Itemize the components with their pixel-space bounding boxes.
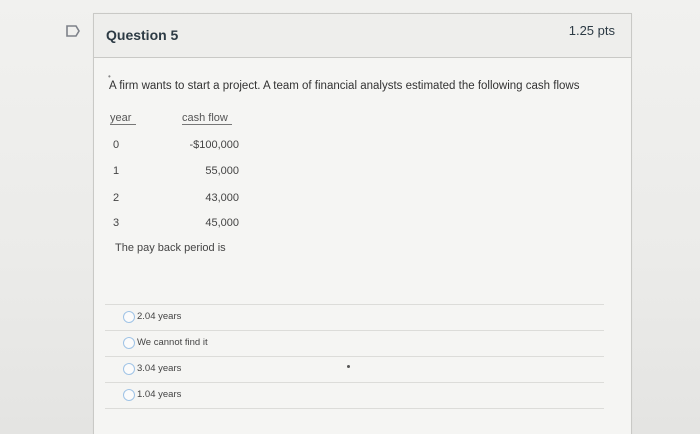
table-header-cash-flow: cash flow — [182, 112, 232, 125]
answer-label: 3.04 years — [137, 363, 182, 374]
question-stem: The pay back period is — [115, 242, 226, 254]
answer-option[interactable]: 1.04 years — [105, 382, 604, 409]
answer-option[interactable]: 3.04 years — [105, 356, 604, 382]
answer-label: We cannot find it — [137, 337, 208, 348]
radio-icon[interactable] — [123, 337, 135, 349]
flag-icon[interactable] — [65, 24, 81, 38]
answer-option[interactable]: We cannot find it — [105, 330, 604, 356]
table-cell-cash-flow: 45,000 — [205, 217, 239, 229]
stray-dot — [347, 365, 350, 368]
question-points: 1.25 pts — [568, 23, 615, 38]
table-cell-year: 0 — [113, 139, 120, 151]
table-cell-cash-flow: -$100,000 — [189, 139, 239, 151]
table-cell-year: 1 — [113, 165, 120, 177]
table-cell-cash-flow: 55,000 — [205, 165, 239, 177]
answer-option[interactable]: 2.04 years — [105, 304, 604, 330]
radio-icon[interactable] — [123, 311, 135, 323]
answer-list: 2.04 years We cannot find it 3.04 years … — [105, 304, 604, 409]
question-prompt: A firm wants to start a project. A team … — [109, 80, 580, 92]
answer-label: 1.04 years — [137, 389, 182, 400]
quiz-page: Question 5 1.25 pts • A firm wants to st… — [0, 0, 700, 434]
question-header: Question 5 1.25 pts — [94, 14, 631, 58]
radio-icon[interactable] — [123, 389, 135, 401]
question-card: Question 5 1.25 pts • A firm wants to st… — [93, 13, 632, 434]
answer-label: 2.04 years — [137, 311, 182, 322]
question-title: Question 5 — [106, 27, 179, 43]
table-cell-year: 2 — [113, 192, 120, 204]
table-cell-year: 3 — [113, 217, 120, 229]
table-cell-cash-flow: 43,000 — [205, 192, 239, 204]
radio-icon[interactable] — [123, 363, 135, 375]
table-header-year: year — [110, 112, 136, 125]
